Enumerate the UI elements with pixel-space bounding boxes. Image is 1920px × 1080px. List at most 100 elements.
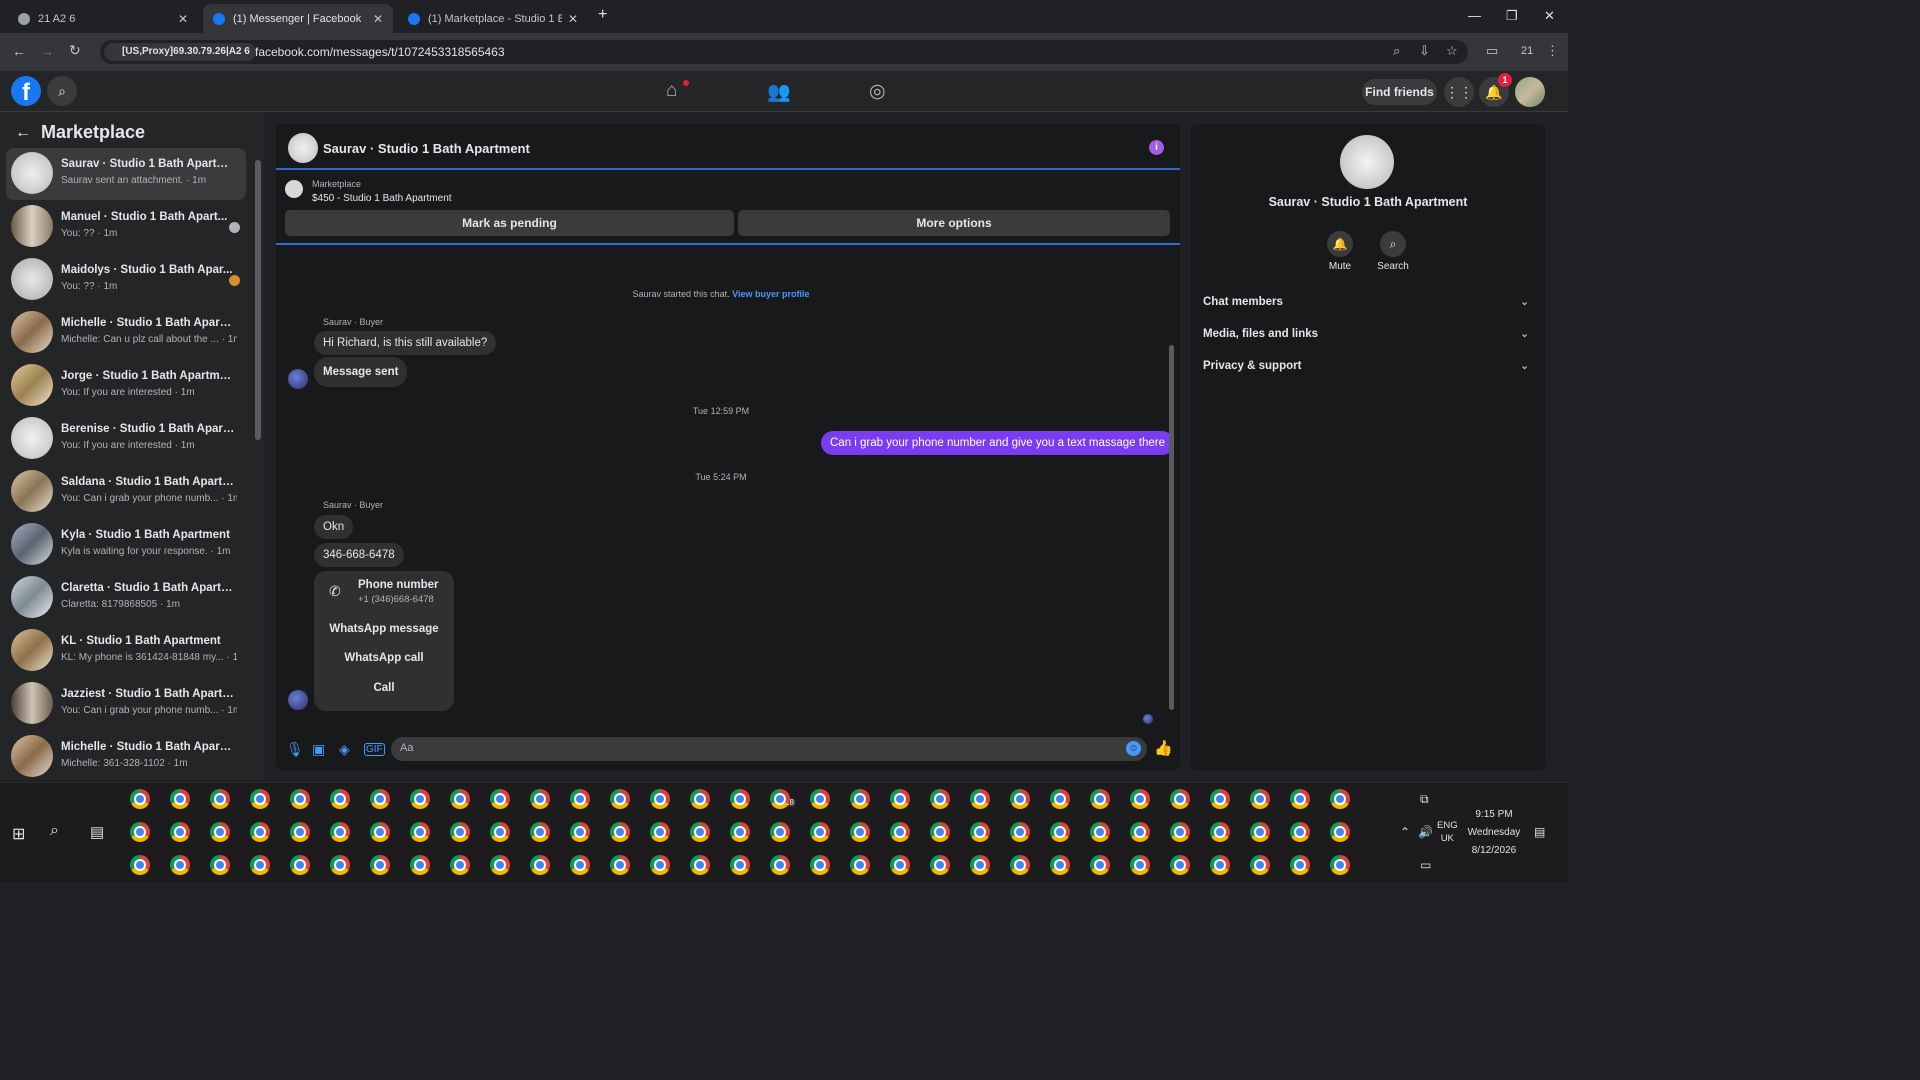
conversation-item[interactable]: Jazziest · Studio 1 Bath Apartment You: … (6, 678, 246, 730)
taskbar-browser-icon[interactable] (210, 855, 230, 875)
mark-as-pending-button[interactable]: Mark as pending (285, 210, 734, 236)
taskbar-browser-icon[interactable] (890, 855, 910, 875)
taskbar-browser-icon[interactable] (330, 822, 350, 842)
taskbar-browser-icon[interactable] (970, 855, 990, 875)
close-window-button[interactable]: ✕ (1544, 8, 1555, 24)
taskbar-browser-icon[interactable] (1050, 789, 1070, 809)
taskbar-browser-icon[interactable] (930, 789, 950, 809)
bookmark-star-icon[interactable]: ☆ (1446, 43, 1458, 59)
taskbar-browser-icon[interactable] (530, 789, 550, 809)
task-view-icon[interactable]: ▤ (90, 823, 104, 841)
taskbar-browser-icon[interactable] (250, 822, 270, 842)
taskbar-browser-icon[interactable] (170, 855, 190, 875)
conversation-item[interactable]: Jorge · Studio 1 Bath Apartment You: If … (6, 360, 246, 412)
taskbar-browser-icon[interactable] (1290, 822, 1310, 842)
media-files-links-section[interactable]: Media, files and links (1203, 328, 1318, 340)
desktop-icon[interactable]: ▭ (1420, 858, 1431, 872)
conversation-item[interactable]: Michelle · Studio 1 Bath Apartm... Miche… (6, 731, 246, 783)
thumbs-up-icon[interactable]: 👍 (1154, 739, 1173, 757)
taskbar-browser-icon[interactable] (410, 855, 430, 875)
notification-center-icon[interactable]: ▤ (1534, 825, 1545, 839)
taskbar-browser-icon[interactable] (770, 855, 790, 875)
taskbar-browser-icon[interactable] (610, 855, 630, 875)
taskbar-browser-icon[interactable] (1090, 855, 1110, 875)
taskbar-browser-icon[interactable] (890, 822, 910, 842)
taskbar-browser-icon[interactable] (1330, 855, 1350, 875)
taskbar-browser-icon[interactable] (130, 822, 150, 842)
conversation-item[interactable]: Berenise · Studio 1 Bath Apartm... You: … (6, 413, 246, 465)
taskbar-browser-icon[interactable] (330, 789, 350, 809)
forward-icon[interactable]: → (40, 43, 54, 59)
tab-marketplace[interactable]: (1) Marketplace - Studio 1 Bath ✕ (398, 4, 588, 33)
tab-21-a2-6[interactable]: 21 A2 6 ✕ (8, 4, 198, 33)
zoom-icon[interactable]: ⌕ (1393, 43, 1400, 59)
taskbar-browser-icon[interactable] (810, 789, 830, 809)
profile-count[interactable]: 21 (1521, 45, 1533, 57)
taskbar-browser-icon[interactable] (210, 822, 230, 842)
chat-avatar[interactable] (288, 133, 318, 163)
reload-icon[interactable]: ↻ (69, 42, 81, 59)
taskbar-browser-icon[interactable] (170, 789, 190, 809)
taskbar-browser-icon[interactable] (1090, 822, 1110, 842)
conversation-item[interactable]: Saldana · Studio 1 Bath Apartme... You: … (6, 466, 246, 518)
menu-kebab-icon[interactable]: ⋮ (1546, 43, 1559, 59)
incoming-message[interactable]: Message sent (314, 357, 408, 387)
facebook-logo-icon[interactable]: f (11, 76, 41, 106)
taskbar-browser-icon[interactable] (410, 822, 430, 842)
taskbar-browser-icon[interactable] (1250, 789, 1270, 809)
restore-button[interactable]: ❐ (1506, 8, 1518, 24)
taskbar-browser-icon[interactable] (1130, 789, 1150, 809)
chat-scrollbar[interactable] (1169, 345, 1174, 710)
microphone-icon[interactable]: 🎙 (286, 741, 304, 758)
taskbar-browser-icon[interactable] (770, 822, 790, 842)
gif-icon[interactable]: GIF (364, 743, 385, 756)
taskbar-browser-icon[interactable] (250, 789, 270, 809)
taskbar-browser-icon[interactable] (730, 822, 750, 842)
message-input[interactable]: Aa (391, 737, 1147, 761)
incoming-message[interactable]: Hi Richard, is this still available? (314, 331, 497, 355)
taskbar-browser-icon[interactable] (1210, 855, 1230, 875)
tray-device-icon[interactable]: ⧉ (1420, 792, 1429, 807)
call-button[interactable]: Call (314, 682, 454, 694)
chevron-up-icon[interactable]: ⌃ (1400, 825, 1410, 839)
taskbar-browser-icon[interactable] (1050, 855, 1070, 875)
taskbar-browser-icon[interactable] (1010, 822, 1030, 842)
close-icon[interactable]: ✕ (568, 12, 578, 26)
taskbar-browser-icon[interactable] (690, 822, 710, 842)
taskbar-browser-icon[interactable] (290, 789, 310, 809)
conversation-avatar[interactable] (1340, 135, 1394, 189)
sender-avatar[interactable] (288, 690, 308, 710)
info-icon[interactable]: i (1149, 140, 1164, 155)
taskbar-browser-icon[interactable] (1010, 855, 1030, 875)
mute-bell-icon[interactable]: 🔔 (1327, 231, 1353, 257)
search-icon[interactable]: ⌕ (50, 822, 59, 840)
back-icon[interactable]: ← (12, 43, 26, 59)
sticker-icon[interactable]: ◈ (339, 741, 350, 758)
page-scrollbar[interactable] (1557, 72, 1568, 780)
chat-title[interactable]: Saurav · Studio 1 Bath Apartment (323, 141, 530, 156)
taskbar-browser-icon[interactable] (210, 789, 230, 809)
taskbar-browser-icon[interactable] (290, 822, 310, 842)
avatar[interactable] (1515, 77, 1545, 107)
taskbar-browser-icon[interactable] (370, 855, 390, 875)
taskbar-browser-icon[interactable] (1090, 789, 1110, 809)
install-icon[interactable]: ⇩ (1419, 43, 1430, 59)
windows-start-icon[interactable]: ⊞ (12, 824, 25, 844)
taskbar-browser-icon[interactable] (490, 789, 510, 809)
taskbar-browser-icon[interactable] (690, 855, 710, 875)
view-buyer-profile-link[interactable]: View buyer profile (732, 289, 809, 299)
taskbar-browser-icon[interactable] (1290, 789, 1310, 809)
whatsapp-call-button[interactable]: WhatsApp call (314, 652, 454, 664)
chat-members-section[interactable]: Chat members (1203, 296, 1283, 308)
tab-messenger[interactable]: (1) Messenger | Facebook ✕ (203, 4, 393, 33)
conversation-item[interactable]: Maidolys · Studio 1 Bath Apar... You: ??… (6, 254, 246, 306)
chevron-down-icon[interactable]: ⌄ (1520, 359, 1529, 372)
taskbar-browser-icon[interactable] (610, 822, 630, 842)
taskbar-browser-icon[interactable] (490, 822, 510, 842)
taskbar-browser-icon[interactable] (1330, 789, 1350, 809)
photo-icon[interactable]: ▣ (312, 741, 325, 758)
taskbar-browser-icon[interactable] (650, 855, 670, 875)
taskbar-browser-icon[interactable] (370, 789, 390, 809)
taskbar-browser-icon[interactable] (1130, 822, 1150, 842)
taskbar-browser-icon[interactable] (450, 822, 470, 842)
